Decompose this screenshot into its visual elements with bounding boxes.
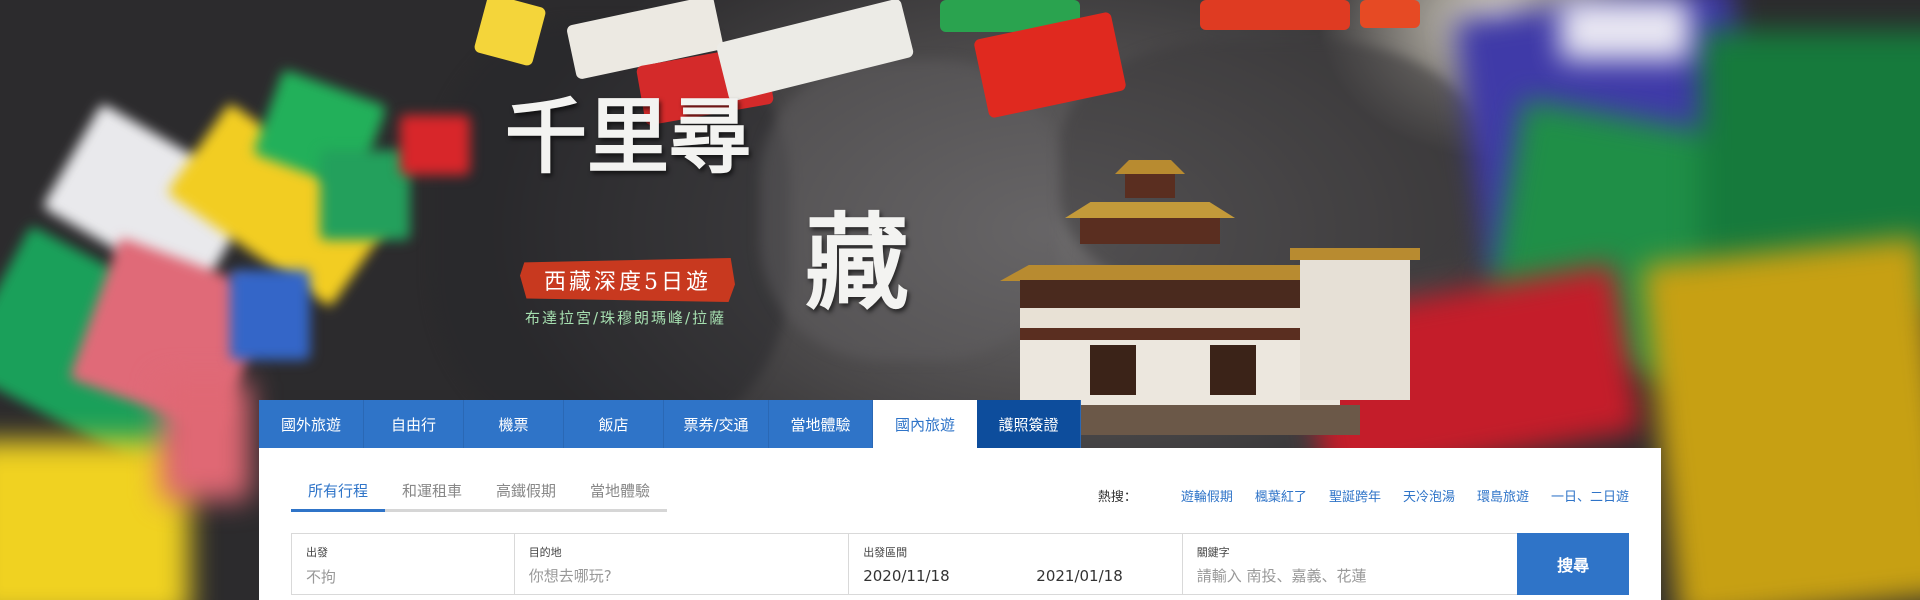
date-range-field[interactable]: 出發區間 2020/11/18 2021/01/18 [849,534,1183,594]
prayer-flag-pink [160,380,250,500]
prayer-flag-green [320,150,410,240]
subtab-hsr-holiday[interactable]: 高鐵假期 [479,480,573,512]
main-nav-tabs: 國外旅遊 自由行 機票 飯店 票券/交通 當地體驗 國內旅遊 護照簽證 [259,400,1081,448]
tab-local-experience[interactable]: 當地體驗 [769,400,873,448]
destination-field: 目的地 [515,534,850,594]
date-start[interactable]: 2020/11/18 [863,567,1031,585]
prayer-flag-yellow [1641,236,1920,600]
hot-link[interactable]: 遊輪假期 [1181,486,1233,505]
search-form: 出發 不拘 目的地 出發區間 2020/11/18 2021/01/18 關鍵字… [291,533,1629,595]
search-panel: 所有行程 和運租車 高鐵假期 當地體驗 熱搜： 遊輪假期 楓葉紅了 聖誕跨年 天… [259,448,1661,600]
departure-label: 出發 [306,546,328,559]
tab-passport-visa[interactable]: 護照簽證 [977,400,1081,448]
destination-label: 目的地 [528,546,562,559]
prayer-flag-orange [1360,0,1420,28]
hot-link[interactable]: 一日、二日遊 [1551,486,1629,505]
destination-input[interactable] [528,567,835,585]
hot-search: 熱搜： 遊輪假期 楓葉紅了 聖誕跨年 天冷泡湯 環島旅遊 一日、二日遊 [1098,486,1629,505]
hero-route: 布達拉宮/珠穆朗瑪峰/拉薩 [525,309,727,327]
prayer-flag-white [1560,0,1690,60]
hero-title-line2: 藏 [805,201,910,324]
keyword-label: 關鍵字 [1196,546,1230,559]
departure-value: 不拘 [306,568,337,586]
prayer-flag-red [400,115,470,175]
tab-independent-travel[interactable]: 自由行 [364,400,464,448]
tab-flights[interactable]: 機票 [464,400,564,448]
hot-link[interactable]: 聖誕跨年 [1329,486,1381,505]
hot-link[interactable]: 天冷泡湯 [1403,486,1455,505]
prayer-flag-red [1200,0,1350,30]
hot-search-label: 熱搜： [1097,490,1137,505]
tab-overseas-travel[interactable]: 國外旅遊 [259,400,364,448]
hero-subtitle-badge: 西藏深度5日遊 [520,258,735,302]
search-button[interactable]: 搜尋 [1517,533,1629,595]
keyword-field: 關鍵字 [1183,534,1518,594]
hero-title-line1: 千里尋 [505,89,752,185]
hot-link[interactable]: 環島旅遊 [1477,486,1529,505]
subtab-car-rental[interactable]: 和運租車 [385,480,479,512]
prayer-flag-blue [230,270,310,360]
subtab-local-experience[interactable]: 當地體驗 [573,480,667,512]
tab-tickets-transport[interactable]: 票券/交通 [664,400,769,448]
search-subtabs: 所有行程 和運租車 高鐵假期 當地體驗 [291,480,667,512]
date-end[interactable]: 2021/01/18 [1036,567,1122,585]
subtab-all-itineraries[interactable]: 所有行程 [291,480,385,512]
tab-domestic-travel[interactable]: 國內旅遊 [873,400,977,448]
departure-field[interactable]: 出發 不拘 [292,534,515,594]
keyword-input[interactable] [1196,567,1504,585]
tab-hotels[interactable]: 飯店 [564,400,664,448]
hot-link[interactable]: 楓葉紅了 [1255,486,1307,505]
date-range-label: 出發區間 [863,546,908,559]
